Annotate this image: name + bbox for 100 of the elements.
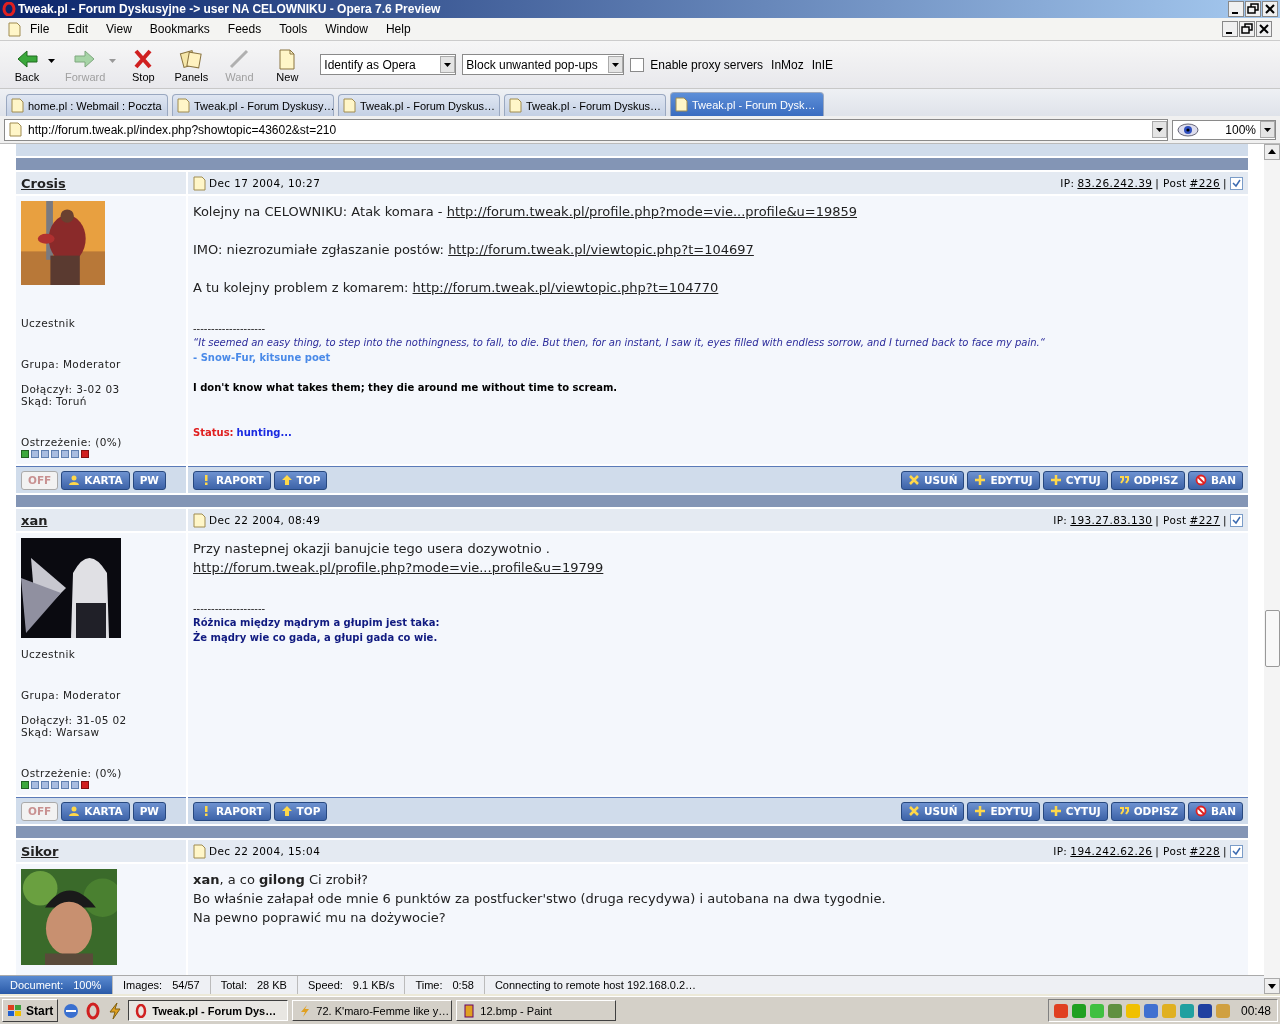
minimize-icon[interactable]	[1228, 1, 1244, 17]
author-name[interactable]: Sikor	[21, 843, 59, 859]
post-button[interactable]: TOP	[273, 470, 328, 490]
warning-bar	[21, 450, 89, 458]
post-button[interactable]: KARTA	[61, 470, 130, 490]
windows-flag-icon	[7, 1003, 23, 1018]
link[interactable]: http://forum.tweak.pl/profile.php?mode=vie...profile&u=19799	[193, 560, 604, 575]
post-button[interactable]: USUŃ	[901, 470, 965, 490]
post-icon	[193, 843, 206, 859]
menu-item[interactable]: Help	[376, 22, 420, 36]
post-button[interactable]: KARTA	[61, 801, 130, 821]
post-button[interactable]: CYTUJ	[1042, 801, 1108, 821]
tray-icon[interactable]	[1142, 1002, 1159, 1019]
signature-quote: “It seemed an easy thing, to step into the nothingness, to fall, to die. But then, for an instant, I saw it, eyes filled with endless sorrow, and I turned back to face my pain.“	[193, 336, 1046, 350]
menu-item[interactable]: Window	[316, 22, 377, 36]
toolbar-button[interactable]: Panels	[170, 46, 213, 83]
post-button[interactable]: BAN	[1188, 801, 1243, 821]
post-button[interactable]: EDYTUJ	[967, 801, 1040, 821]
start-button[interactable]: Start	[2, 999, 59, 1022]
author-name[interactable]: xan	[21, 512, 48, 528]
eye-icon	[1177, 122, 1199, 137]
post-number-link[interactable]: #226	[1189, 177, 1221, 189]
toolbar-link[interactable]: InMoz	[771, 57, 804, 72]
toolbar-button[interactable]: Back	[6, 46, 48, 83]
minimize-icon[interactable]	[1222, 21, 1238, 37]
tab[interactable]: Tweak.pl - Forum Dyskusy…	[172, 94, 334, 116]
post-button[interactable]: CYTUJ	[1042, 470, 1108, 490]
post-checkbox[interactable]	[1230, 844, 1243, 858]
dropdown[interactable]: Block unwanted pop-ups	[462, 54, 625, 75]
post-button[interactable]: RAPORT	[193, 470, 271, 490]
post-checkbox[interactable]	[1230, 513, 1243, 527]
post-number-link[interactable]: #227	[1189, 514, 1221, 526]
menu-item[interactable]: Feeds	[218, 22, 271, 36]
plus-icon	[974, 805, 987, 817]
user-icon	[68, 805, 81, 817]
post-date: Dec 17 2004, 10:27	[209, 177, 322, 189]
toolbar-link[interactable]: InIE	[811, 57, 834, 72]
ip-link[interactable]: 83.26.242.39	[1077, 177, 1153, 189]
tray-icon[interactable]	[1052, 1002, 1069, 1019]
ban-icon	[1195, 805, 1208, 817]
ip-label: IP:	[1060, 177, 1075, 189]
dropdown[interactable]: Identify as Opera	[320, 54, 457, 75]
author-name[interactable]: Crosis	[21, 175, 66, 191]
checkbox[interactable]	[630, 57, 645, 72]
tab[interactable]: Tweak.pl - Forum Dyskus…	[338, 94, 500, 116]
tab[interactable]: home.pl : Webmail : Poczta	[6, 94, 168, 116]
link[interactable]: http://forum.tweak.pl/viewtopic.php?t=104770	[412, 280, 719, 295]
post-button[interactable]: ODPISZ	[1110, 801, 1186, 821]
post-button[interactable]: RAPORT	[193, 801, 271, 821]
join-date: Dołączył: 3-02 03	[21, 383, 121, 395]
ip-label: IP:	[1053, 845, 1068, 857]
post-button[interactable]: BAN	[1188, 470, 1243, 490]
scroll-thumb[interactable]	[1265, 610, 1280, 667]
close-icon[interactable]	[1262, 1, 1278, 17]
menu-item[interactable]: Bookmarks	[140, 22, 219, 36]
menu-item[interactable]: Edit	[58, 22, 98, 36]
scroll-up-icon[interactable]	[1264, 144, 1280, 160]
user-icon	[68, 474, 81, 486]
taskbar-button[interactable]: Tweak.pl - Forum Dys…	[128, 1000, 289, 1021]
zoom-dropdown[interactable]: 100%	[1172, 119, 1276, 140]
post-number-link[interactable]: #228	[1189, 845, 1221, 857]
link[interactable]: http://forum.tweak.pl/viewtopic.php?t=104697	[448, 242, 754, 257]
toolbar-button[interactable]: Stop	[122, 46, 165, 83]
ip-link[interactable]: 193.27.83.130	[1070, 514, 1153, 526]
user-location: Skąd: Toruń	[21, 395, 88, 407]
menu-item[interactable]: File	[21, 22, 59, 36]
tray-icon[interactable]	[1196, 1002, 1213, 1019]
address-field[interactable]: http://forum.tweak.pl/index.php?showtopic=43602&st=210	[4, 118, 1168, 141]
tab[interactable]: Tweak.pl - Forum Dysk…	[670, 92, 824, 116]
cross-icon	[908, 805, 920, 817]
taskbar-button[interactable]: 72. K'maro-Femme like y…	[292, 1000, 453, 1021]
post-button[interactable]: USUŃ	[901, 801, 965, 821]
caret-icon[interactable]	[48, 58, 55, 63]
scrollbar[interactable]	[1264, 144, 1280, 994]
signature-text: Że mądry wie co gada, a głupi gada co wie.	[193, 630, 439, 645]
post-button[interactable]: ODPISZ	[1110, 470, 1186, 490]
menu-item[interactable]: Tools	[270, 22, 317, 36]
warning-level: Ostrzeżenie: (0%)	[21, 767, 123, 779]
restore-icon[interactable]	[1239, 21, 1255, 37]
status-field: Speed: 9.1 KB/s	[297, 976, 406, 994]
toolbar-button[interactable]: New	[266, 46, 309, 83]
post-button[interactable]: EDYTUJ	[967, 470, 1040, 490]
app-icon	[134, 1003, 149, 1018]
menu-item[interactable]: View	[97, 22, 141, 36]
ip-link[interactable]: 194.242.62.26	[1070, 845, 1153, 857]
tab[interactable]: Tweak.pl - Forum Dyskus…	[504, 94, 666, 116]
restore-icon[interactable]	[1245, 1, 1261, 17]
up-arrow-icon	[280, 474, 293, 486]
post-button[interactable]: PW	[132, 470, 166, 490]
link[interactable]: http://forum.tweak.pl/profile.php?mode=vie...profile&u=19859	[446, 204, 857, 219]
taskbar-button[interactable]: 12.bmp - Paint	[456, 1000, 617, 1021]
cross-icon	[908, 474, 920, 486]
post-checkbox[interactable]	[1230, 176, 1243, 190]
post-button[interactable]: PW	[132, 801, 166, 821]
user-group: Grupa: Moderator	[21, 358, 181, 370]
join-date: Dołączył: 31-05 02	[21, 714, 128, 726]
close-icon[interactable]	[1256, 21, 1272, 37]
scroll-down-icon[interactable]	[1264, 978, 1280, 994]
post-button[interactable]: TOP	[273, 801, 328, 821]
message-text: IMO: niezrozumiałe zgłaszanie postów: http://forum.tweak.pl/viewtopic.php?t=104697	[193, 241, 755, 259]
